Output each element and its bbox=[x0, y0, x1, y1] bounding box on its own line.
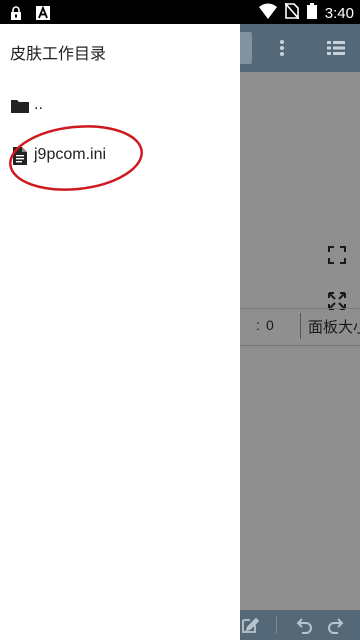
drawer-title: 皮肤工作目录 bbox=[10, 44, 107, 63]
more-vert-icon[interactable] bbox=[270, 36, 294, 60]
list-item-parent-folder[interactable]: .. bbox=[0, 86, 240, 126]
list-item-label: j9pcom.ini bbox=[34, 146, 107, 163]
no-sim-icon bbox=[284, 2, 300, 23]
panel-size-label: 面板大小 bbox=[308, 318, 360, 336]
divider bbox=[300, 313, 301, 339]
wifi-icon bbox=[258, 3, 277, 23]
info-value: 0 bbox=[266, 317, 274, 333]
lock-icon bbox=[10, 5, 22, 24]
list-item-label: .. bbox=[34, 96, 43, 113]
info-row: : 0 面板大小 bbox=[240, 308, 360, 346]
divider bbox=[276, 616, 277, 634]
battery-icon bbox=[306, 3, 317, 23]
info-label: : bbox=[256, 317, 260, 333]
list-item-file[interactable]: j9pcom.ini bbox=[0, 136, 240, 176]
list-icon[interactable] bbox=[324, 36, 348, 60]
skin-directory-drawer: 皮肤工作目录 .. j9pcom.ini bbox=[0, 24, 240, 640]
status-bar: 3:40 bbox=[0, 0, 360, 24]
file-icon bbox=[10, 146, 30, 166]
a-notification-icon bbox=[36, 5, 50, 24]
redo-icon[interactable] bbox=[326, 615, 346, 639]
edit-icon[interactable] bbox=[240, 615, 260, 639]
clock: 3:40 bbox=[324, 4, 354, 22]
folder-icon bbox=[10, 96, 30, 116]
undo-icon[interactable] bbox=[294, 615, 314, 639]
fullscreen-icon[interactable] bbox=[326, 244, 348, 266]
